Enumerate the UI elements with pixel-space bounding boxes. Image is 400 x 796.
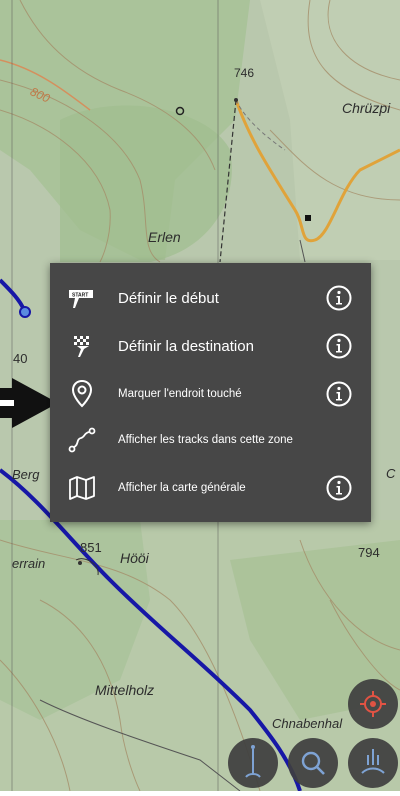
menu-item-label: Définir le début [118,289,219,307]
search-icon [301,751,325,775]
menu-item-set-destination[interactable]: Définir la destination [50,321,371,371]
menu-item-mark-location[interactable]: Marquer l'endroit touché [50,369,371,419]
menu-item-label: Afficher les tracks dans cette zone [118,434,293,446]
info-icon[interactable] [325,284,353,312]
svg-text:START: START [72,293,88,299]
context-menu: START Définir le début Définir la destin… [50,263,371,522]
map-label: 794 [358,545,380,560]
map-label: Chrüzpi [342,100,391,116]
map-label: 851 [80,540,102,555]
map-label: 746 [234,66,255,80]
menu-item-show-overview-map[interactable]: Afficher la carte générale [50,463,371,513]
map-label: Berg [12,467,40,482]
map-label: C [386,466,396,481]
menu-item-label: Marquer l'endroit touché [118,388,242,400]
locate-me-button[interactable] [348,679,398,729]
info-icon[interactable] [325,474,353,502]
tracks-icon [64,423,100,457]
menu-item-set-start[interactable]: START Définir le début [50,273,371,323]
map-label: Chnabenhal [272,716,343,731]
map-icon [64,471,100,505]
info-icon[interactable] [325,380,353,408]
info-menu-button[interactable] [228,738,278,788]
info-stick-icon [245,745,261,778]
search-button[interactable] [288,738,338,788]
start-flag-icon: START [64,281,100,315]
map-label: Hööi [120,550,149,566]
map-pin-icon [64,377,100,411]
menu-item-label: Afficher la carte générale [118,482,246,494]
crosshair-icon [360,691,386,717]
info-icon[interactable] [325,332,353,360]
map-label: Erlen [148,229,181,245]
menu-item-show-tracks[interactable]: Afficher les tracks dans cette zone [50,415,371,465]
layers-button[interactable] [348,738,398,788]
map-label: errain [12,556,46,571]
menu-item-label: Définir la destination [118,337,254,355]
finish-flag-icon [64,329,100,363]
map-label: 40 [13,351,28,366]
map-label: Mittelholz [95,682,155,698]
layers-icon [361,749,385,774]
